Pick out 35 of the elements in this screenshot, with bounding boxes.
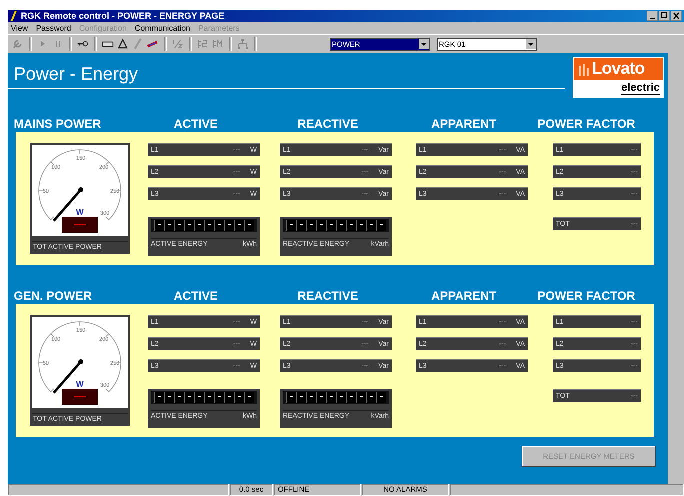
column-heading: POWER FACTOR [536,289,636,303]
logo-subtitle: electric [621,82,660,95]
counter-digits: ---------- [154,220,254,231]
column-heading: APPARENT [430,289,498,303]
counter-digits: ---------- [286,392,386,403]
gauge-needle [53,188,84,222]
window-title: RGK Remote control - POWER - ENERGY PAGE [21,11,226,21]
section-title: GEN. POWER [14,289,94,303]
column-heading: REACTIVE [296,117,360,131]
column-heading: POWER FACTOR [536,117,636,131]
gauge-needle [53,360,84,394]
column-heading: APPARENT [430,117,498,131]
maximize-icon[interactable] [659,11,670,21]
column-heading: REACTIVE [296,289,360,303]
close-icon[interactable] [671,11,682,21]
gauge-unit: W [76,380,84,389]
counter-digits: ---------- [286,220,386,231]
menu-item[interactable]: Password [36,24,72,32]
page-title: Power - Energy [14,64,138,85]
wrench-icon[interactable] [12,38,24,50]
menu-item[interactable]: View [11,24,28,32]
triangle-icon[interactable] [117,38,129,50]
network-icon[interactable] [237,38,249,50]
logo-mark-icon [577,62,591,76]
lightning-icon [10,11,18,21]
column-heading: ACTIVE [172,117,219,131]
menu-item[interactable]: Communication [134,24,190,32]
led-display [62,217,98,233]
logo-brand: Lovato [592,59,645,79]
counter-digits: ---------- [154,392,254,403]
led-display [62,389,98,405]
minimize-icon[interactable] [647,11,658,21]
column-heading: ACTIVE [172,289,219,303]
gauge-unit: W [76,208,84,217]
section-title: MAINS POWER [14,117,102,131]
